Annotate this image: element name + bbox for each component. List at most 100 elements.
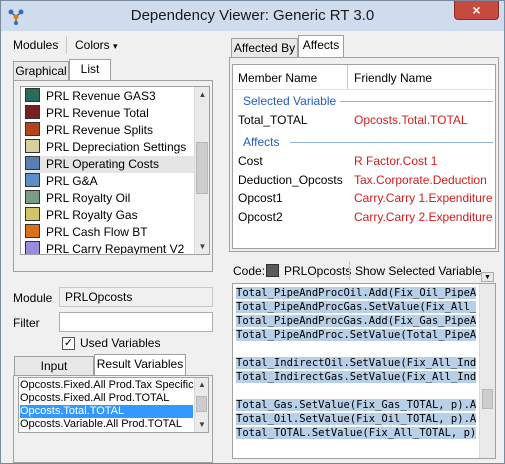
code-line: Total_PipeAndProcOil.Add(Fix_Oil_PipeAnd	[236, 287, 476, 300]
code-line-text: Total_IndirectOil.SetValue(Fix_All_Indir	[236, 357, 476, 369]
affects-friendly-cell[interactable]: Tax.Corporate.Deduction	[354, 173, 487, 187]
scroll-thumb[interactable]	[196, 142, 208, 194]
affects-friendly-cell[interactable]: Carry.Carry 2.Expenditure	[354, 210, 493, 224]
selected-variable-group: Selected Variable	[243, 94, 337, 108]
module-list-label: PRL Cash Flow BT	[46, 225, 148, 239]
module-list-item[interactable]: PRL Revenue Splits	[25, 122, 197, 139]
scroll-thumb[interactable]	[482, 389, 493, 409]
tab-graphical[interactable]: Graphical	[13, 61, 69, 81]
code-line-text: Total_PipeAndProc.SetValue(Total_PipeAnd	[236, 329, 476, 341]
code-line: Total_Oil.SetValue(Fix_Oil_TOTAL, p).Add	[236, 413, 476, 426]
result-variables-list[interactable]: Opcosts.Fixed.All Prod.Tax Specific Opcos…	[18, 377, 209, 433]
col-member-name[interactable]: Member Name	[238, 71, 317, 85]
module-label: Module	[13, 291, 53, 305]
result-variable-item[interactable]: Opcosts.Total.TOTAL	[20, 405, 193, 418]
tab-affected-by[interactable]: Affected By	[231, 38, 298, 58]
code-line-text: Total_PipeAndProcGas.Add(Fix_Gas_PipeAnd	[236, 315, 476, 327]
module-color-swatch	[25, 190, 40, 204]
module-list-scrollbar[interactable]: ▲ ▼	[194, 87, 209, 254]
module-list-label: PRL Carry Repayment V2	[46, 242, 185, 255]
module-list-item[interactable]: PRL Royalty Gas	[25, 207, 197, 224]
affects-member-cell[interactable]: Opcost2	[238, 210, 283, 224]
result-variable-item[interactable]: Opcosts.Variable.All Prod.TOTAL	[20, 418, 193, 431]
affects-friendly-cell[interactable]: R Factor.Cost 1	[354, 154, 437, 168]
module-list-item[interactable]: PRL Revenue GAS3	[25, 88, 197, 105]
result-variable-item[interactable]: Opcosts.Fixed.All Prod.Tax Specific	[20, 379, 193, 392]
affects-member-cell[interactable]: Deduction_Opcosts	[238, 173, 343, 187]
scroll-up-icon[interactable]: ▲	[195, 378, 208, 391]
module-color-swatch	[25, 139, 40, 153]
module-list-label: PRL Royalty Oil	[46, 191, 131, 205]
module-color-swatch	[25, 88, 40, 102]
module-list-label: PRL G&A	[46, 174, 98, 188]
tab-list[interactable]: List	[69, 59, 111, 81]
tab-input-variables[interactable]: Input Variables	[14, 356, 94, 392]
module-list-label: PRL Depreciation Settings	[46, 140, 187, 154]
module-list-label: PRL Revenue GAS3	[46, 89, 156, 103]
scroll-up-icon[interactable]: ▲	[195, 87, 209, 102]
code-label: Code:	[233, 264, 266, 278]
selected-friendly[interactable]: Opcosts.Total.TOTAL	[354, 113, 468, 127]
module-list-item[interactable]: PRL Depreciation Settings	[25, 139, 197, 156]
module-field: PRLOpcosts	[59, 287, 213, 307]
code-line: Total_PipeAndProcGas.Add(Fix_Gas_PipeAnd	[236, 315, 476, 328]
filter-input[interactable]	[59, 312, 213, 332]
result-variable-item[interactable]: Opcosts.Fixed.All Prod.TOTAL	[20, 392, 193, 405]
overflow-chevron-icon[interactable]: ▼	[481, 272, 494, 282]
colors-menu[interactable]: Colors ▾	[75, 38, 118, 52]
result-list-scrollbar[interactable]: ▲ ▼	[194, 378, 208, 432]
module-list-item[interactable]: PRL G&A	[25, 173, 197, 190]
code-line: Total_Gas.SetValue(Fix_Gas_TOTAL, p).Add	[236, 399, 476, 412]
module-color-swatch	[25, 173, 40, 187]
module-color-swatch	[25, 241, 40, 254]
col-divider	[347, 65, 348, 89]
code-line: Total_IndirectOil.SetValue(Fix_All_Indir	[236, 357, 476, 370]
affects-group: Affects	[243, 135, 280, 149]
code-line-text: Total_Oil.SetValue(Fix_Oil_TOTAL, p).Add	[236, 413, 476, 425]
code-editor[interactable]: Total_PipeAndProcOil.Add(Fix_Oil_PipeAnd…	[232, 283, 496, 459]
module-list-label: PRL Revenue Splits	[46, 123, 153, 137]
module-list-label: PRL Revenue Total	[46, 106, 149, 120]
code-line-text: Total_PipeAndProcGas.SetValue(Fix_All_Pi	[236, 301, 476, 313]
chevron-down-icon: ▾	[113, 41, 118, 51]
menu-separator	[66, 36, 67, 54]
scroll-down-icon[interactable]: ▼	[195, 239, 209, 254]
col-friendly-name[interactable]: Friendly Name	[354, 71, 432, 85]
code-line-text: Total_Gas.SetValue(Fix_Gas_TOTAL, p).Add	[236, 399, 476, 411]
scroll-thumb[interactable]	[196, 396, 207, 412]
filter-label: Filter	[13, 316, 40, 330]
show-selected-variable-button[interactable]: Show Selected Variable	[355, 264, 482, 278]
scroll-down-icon[interactable]: ▼	[195, 418, 208, 431]
code-line: Total_PipeAndProc.SetValue(Total_PipeAnd	[236, 329, 476, 342]
code-toolbar: Code: PRLOpcosts Show Selected Variable …	[229, 258, 499, 283]
affects-grid[interactable]: Member Name Friendly Name Selected Varia…	[232, 64, 496, 249]
used-variables-checkbox[interactable]: ✓	[62, 337, 75, 350]
code-line: Total_IndirectGas.SetValue(Fix_All_Indir	[236, 371, 476, 384]
module-list[interactable]: PRL Revenue GAS3 PRL Revenue Total PRL Rev…	[20, 86, 210, 255]
modules-menu[interactable]: Modules	[13, 38, 58, 52]
tab-affects[interactable]: Affects	[298, 35, 344, 57]
affects-friendly-cell[interactable]: Carry.Carry 1.Expenditure	[354, 191, 493, 205]
code-line-text: Total_PipeAndProcOil.Add(Fix_Oil_PipeAnd	[236, 287, 476, 299]
module-list-item[interactable]: PRL Operating Costs	[25, 156, 197, 173]
module-list-item[interactable]: PRL Carry Repayment V2	[25, 241, 197, 255]
module-color-swatch	[25, 224, 40, 238]
module-list-item[interactable]: PRL Royalty Oil	[25, 190, 197, 207]
code-line-text: Total_IndirectGas.SetValue(Fix_All_Indir	[236, 371, 476, 383]
code-module-name: PRLOpcosts	[284, 264, 352, 278]
module-color-swatch	[266, 264, 279, 277]
affects-member-cell[interactable]: Opcost1	[238, 191, 283, 205]
module-list-item[interactable]: PRL Revenue Total	[25, 105, 197, 122]
tab-result-variables[interactable]: Result Variables	[94, 354, 186, 376]
affects-member-cell[interactable]: Cost	[238, 154, 263, 168]
code-line-text: Total_TOTAL.SetValue(Fix_All_TOTAL, p).A	[236, 427, 476, 439]
module-list-item[interactable]: PRL Cash Flow BT	[25, 224, 197, 241]
group-line	[290, 142, 493, 143]
module-list-label: PRL Royalty Gas	[46, 208, 138, 222]
code-scrollbar[interactable]	[479, 284, 495, 458]
code-text[interactable]: Total_PipeAndProcOil.Add(Fix_Oil_PipeAnd…	[236, 287, 476, 441]
close-window-button[interactable]: ×	[454, 1, 499, 20]
selected-member[interactable]: Total_TOTAL	[238, 113, 308, 127]
